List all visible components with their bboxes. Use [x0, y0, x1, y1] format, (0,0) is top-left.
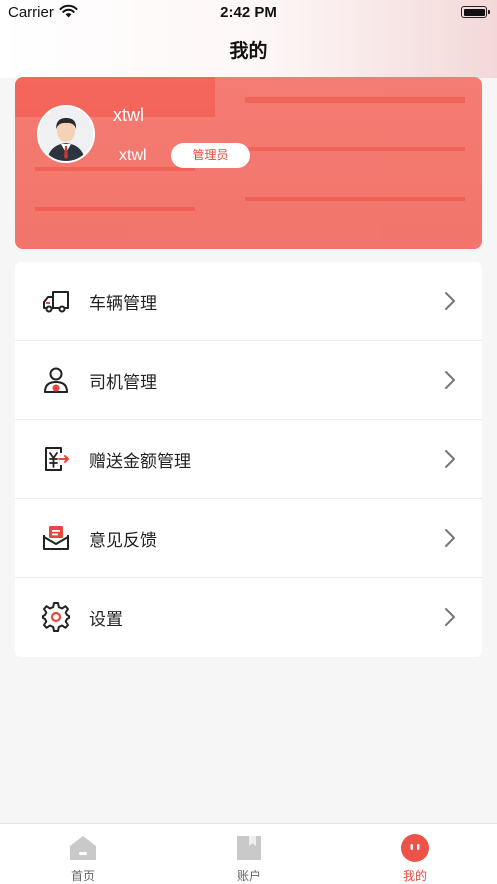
header: Carrier 2:42 PM 我的 — [0, 0, 497, 78]
tab-me[interactable]: 我的 — [332, 824, 497, 884]
menu-label: 意见反馈 — [89, 531, 157, 550]
driver-icon — [44, 367, 68, 393]
menu-label: 设置 — [89, 610, 123, 629]
chevron-right-icon — [445, 292, 455, 310]
truck-icon — [43, 291, 69, 313]
account-book-icon — [237, 836, 261, 860]
menu-label: 司机管理 — [89, 373, 157, 392]
clock: 2:42 PM — [220, 4, 277, 21]
page-title: 我的 — [229, 41, 268, 62]
tab-account[interactable]: 账户 — [166, 824, 332, 884]
chevron-right-icon — [445, 529, 455, 547]
avatar[interactable] — [37, 105, 95, 163]
home-icon — [70, 836, 96, 860]
tab-label: 首页 — [70, 869, 95, 883]
menu-item-feedback[interactable]: 意见反馈 — [15, 499, 482, 578]
profile-account: xtwl — [119, 147, 147, 164]
tab-bar: 首页 账户 我的 — [0, 823, 497, 884]
menu-item-gift-amount-management[interactable]: 赠送金额管理 — [15, 420, 482, 499]
menu-label: 赠送金额管理 — [89, 452, 191, 471]
avatar-person-icon — [39, 107, 93, 161]
profile-name: xtwl — [113, 105, 144, 125]
tab-home[interactable]: 首页 — [0, 824, 166, 884]
menu-item-settings[interactable]: 设置 — [15, 578, 482, 657]
menu-label: 车辆管理 — [89, 294, 157, 313]
chevron-right-icon — [445, 450, 455, 468]
warehouse-background-image — [15, 77, 482, 249]
profile-card[interactable]: xtwl xtwl 管理员 — [15, 77, 482, 249]
menu-item-driver-management[interactable]: 司机管理 — [15, 341, 482, 420]
chevron-right-icon — [445, 371, 455, 389]
yuan-transfer-icon — [45, 447, 69, 471]
battery-icon — [461, 6, 490, 18]
feedback-mail-icon — [43, 526, 69, 550]
me-icon — [401, 834, 429, 862]
role-badge: 管理员 — [171, 143, 250, 168]
tab-label: 我的 — [402, 869, 427, 883]
gear-icon — [42, 602, 70, 632]
status-bar: Carrier 2:42 PM — [0, 0, 497, 26]
chevron-right-icon — [445, 608, 455, 626]
menu-item-vehicle-management[interactable]: 车辆管理 — [15, 262, 482, 341]
tab-label: 账户 — [236, 869, 261, 883]
menu-list: 车辆管理 司机管理 赠送金额管理 意见反馈 设置 — [15, 262, 482, 657]
